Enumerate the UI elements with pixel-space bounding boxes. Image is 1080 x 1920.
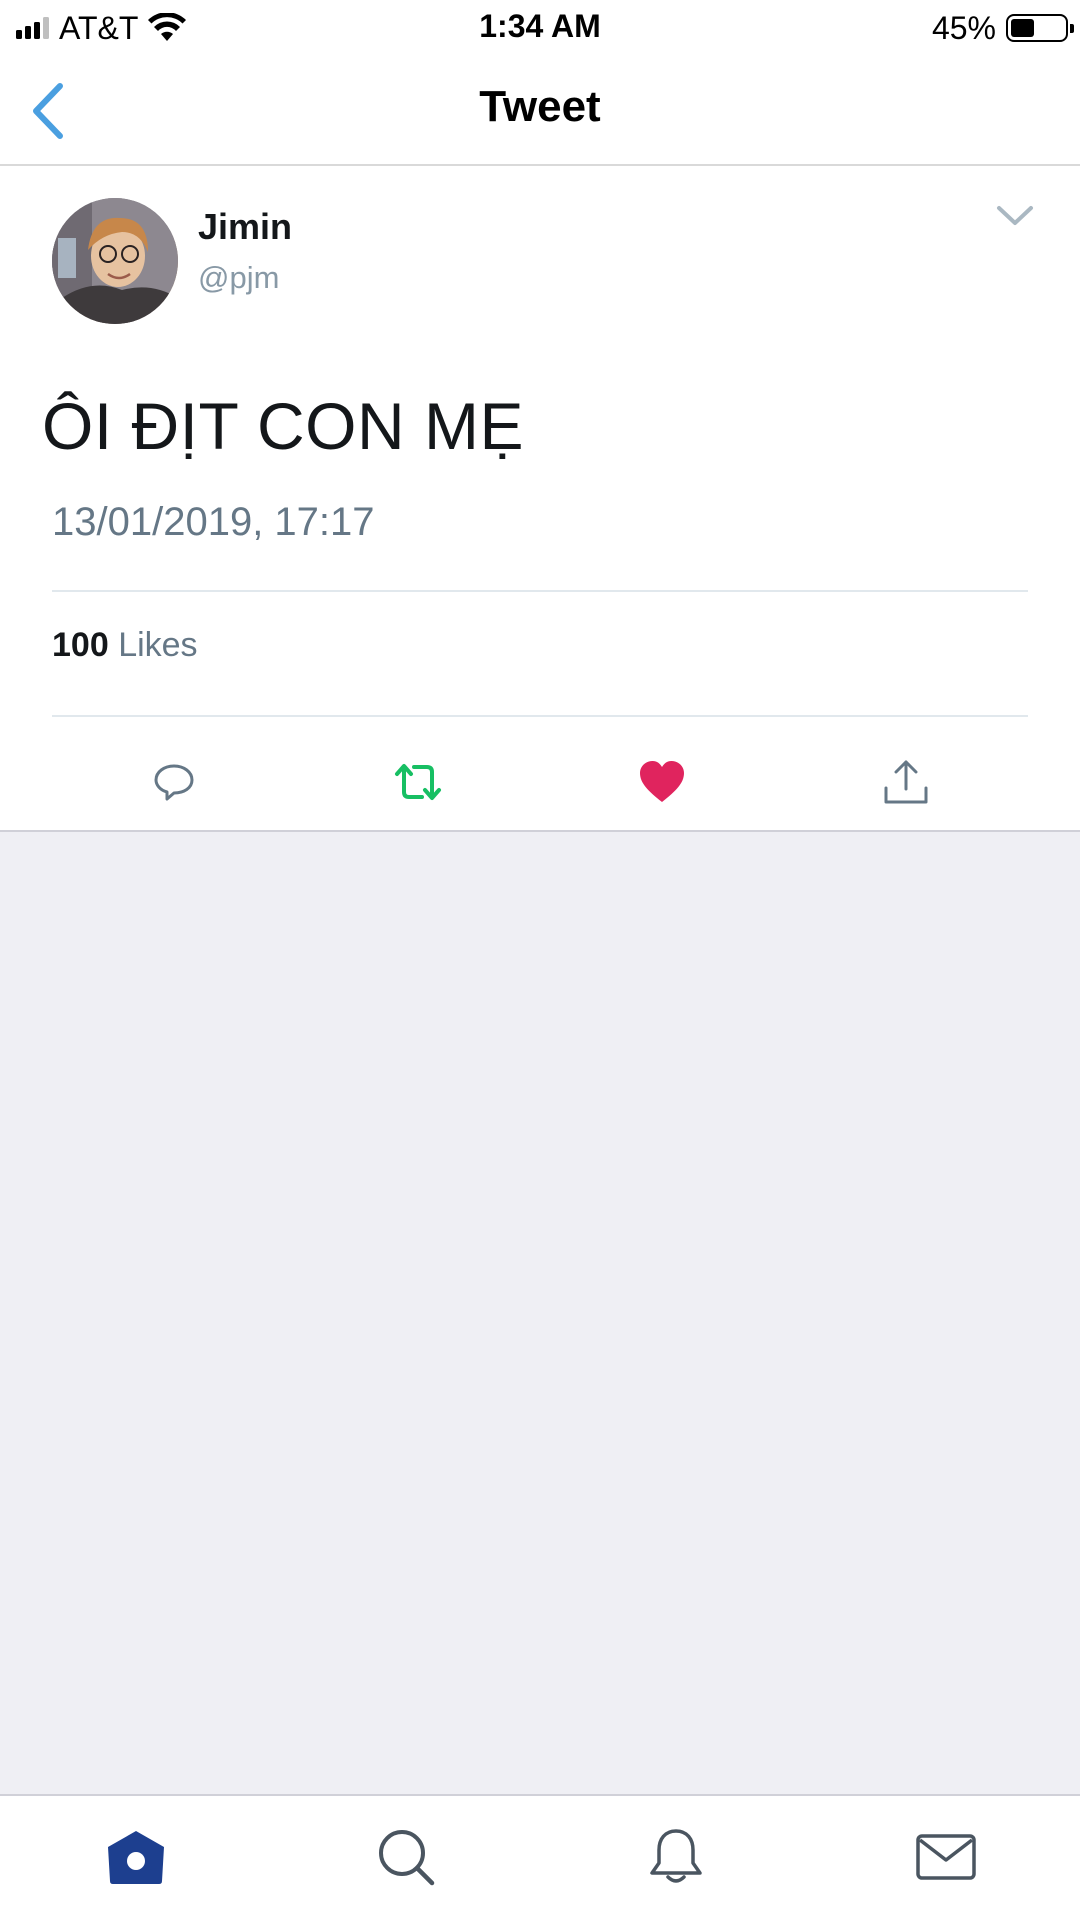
chevron-down-icon: [997, 206, 1033, 225]
tweet-actions: [0, 742, 1080, 832]
tweet-text: ÔI ĐỊT CON MẸ: [42, 389, 524, 463]
mail-icon: [916, 1834, 976, 1880]
tweet-card: Jimin @pjm ÔI ĐỊT CON MẸ 13/01/2019, 17:…: [0, 166, 1080, 832]
reply-button[interactable]: [134, 742, 214, 822]
likes-count: 100: [52, 626, 109, 664]
display-name[interactable]: Jimin: [198, 206, 292, 248]
search-icon: [379, 1830, 435, 1886]
tweet-menu-button[interactable]: [990, 196, 1040, 236]
likes-label: Likes: [118, 626, 198, 664]
battery-nub: [1070, 24, 1074, 33]
avatar-image: [52, 198, 178, 324]
tab-home[interactable]: [96, 1822, 176, 1892]
nav-header: Tweet: [0, 56, 1080, 166]
reply-icon: [154, 764, 194, 801]
tab-notifications[interactable]: [636, 1822, 716, 1892]
page-title: Tweet: [479, 82, 601, 131]
bell-icon: [650, 1829, 702, 1883]
status-bar: AT&T 1:34 AM 45%: [0, 0, 1080, 56]
battery-icon: [1006, 14, 1074, 42]
divider: [52, 715, 1028, 717]
status-time: 1:34 AM: [479, 8, 601, 44]
avatar[interactable]: [52, 198, 178, 324]
divider: [52, 590, 1028, 592]
like-button[interactable]: [622, 742, 702, 822]
status-right: 45%: [931, 9, 1074, 46]
user-handle[interactable]: @pjm: [198, 260, 279, 296]
battery-fill: [1011, 19, 1034, 37]
share-icon: [884, 760, 928, 804]
battery-percent: 45%: [931, 9, 996, 46]
likes-row[interactable]: 100 Likes: [52, 626, 198, 665]
tab-search[interactable]: [366, 1822, 446, 1892]
retweet-icon: [395, 764, 441, 800]
tweet-timestamp: 13/01/2019, 17:17: [52, 500, 375, 544]
home-icon: [108, 1831, 164, 1884]
tab-bar: [0, 1794, 1080, 1920]
replies-area: [0, 832, 1080, 1794]
heart-icon: [640, 761, 684, 802]
share-button[interactable]: [866, 742, 946, 822]
tab-messages[interactable]: [906, 1822, 986, 1892]
retweet-button[interactable]: [378, 742, 458, 822]
